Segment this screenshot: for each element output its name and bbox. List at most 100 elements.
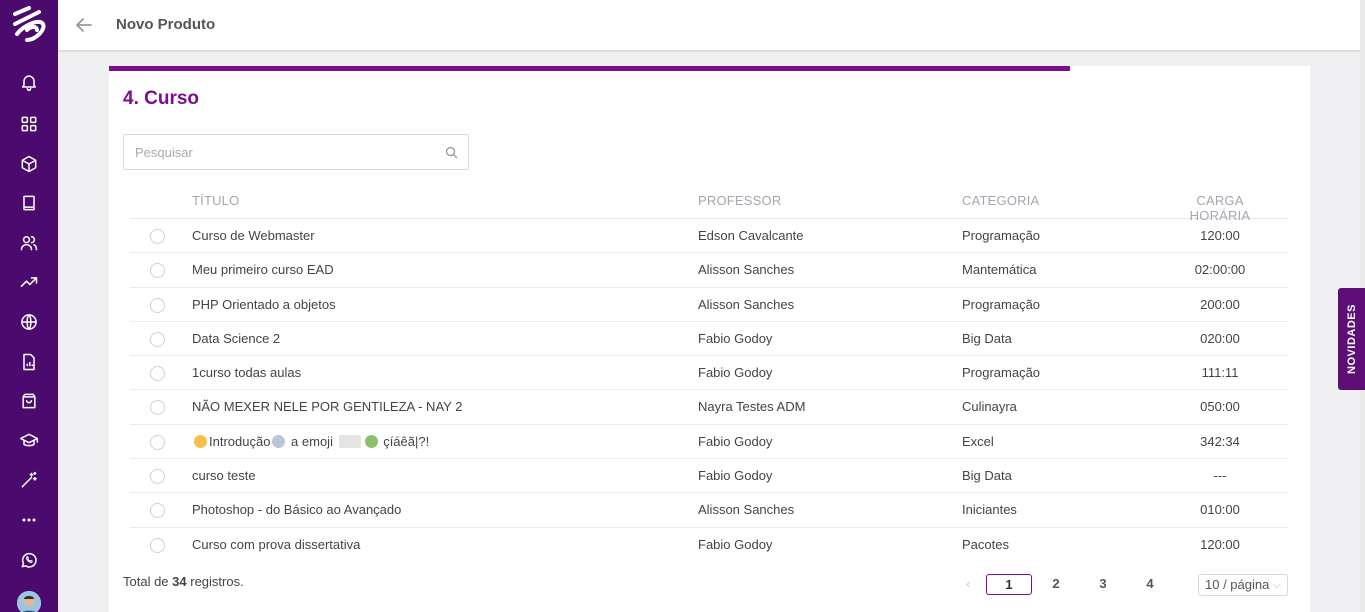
table-row[interactable]: Introdução a emoji çíáêã|?! Fabio Godoy … [130, 425, 1288, 460]
column-header-title[interactable]: TÍTULO [192, 193, 239, 208]
row-radio[interactable] [150, 537, 165, 553]
chevron-left-icon[interactable]: ‹ [966, 576, 980, 592]
novidades-label: NOVIDADES [1345, 304, 1358, 374]
total-suffix: registros. [186, 574, 244, 589]
search-input[interactable] [124, 135, 424, 169]
cell-professor: Alisson Sanches [698, 262, 795, 278]
cell-hours: 120:00 [1200, 228, 1240, 243]
novidades-tab[interactable]: NOVIDADES [1338, 288, 1365, 390]
cell-title: curso teste [192, 468, 256, 484]
section-title: 4. Curso [123, 88, 200, 109]
page-size-value: 10 / página [1205, 577, 1270, 592]
users-icon[interactable] [17, 231, 41, 255]
more-icon[interactable] [17, 508, 41, 532]
cube-icon[interactable] [17, 152, 41, 176]
row-radio[interactable] [150, 400, 165, 416]
document-chart-icon[interactable] [17, 350, 41, 374]
cell-professor: Fabio Godoy [698, 468, 773, 484]
page-button-2[interactable]: 2 [1033, 574, 1079, 595]
cell-category: Iniciantes [962, 502, 1017, 518]
top-header: Novo Produto [58, 0, 1365, 51]
cell-hours: 050:00 [1200, 399, 1240, 415]
placeholder-glyph-icon [338, 434, 361, 448]
row-radio[interactable] [150, 297, 165, 313]
total-count: 34 [172, 574, 187, 589]
magic-wand-icon[interactable] [17, 468, 41, 492]
cell-category: Big Data [962, 468, 1012, 484]
table-row[interactable]: NÃO MEXER NELE POR GENTILEZA - NAY 2 Nay… [130, 390, 1288, 425]
cell-title: Curso de Webmaster [192, 228, 315, 243]
cell-title: Data Science 2 [192, 330, 281, 346]
progress-bar [109, 66, 1070, 71]
grid-icon[interactable] [17, 112, 41, 136]
title-part: çíáêã|?! [379, 433, 430, 449]
back-arrow-icon[interactable] [73, 14, 95, 36]
cell-hours: 010:00 [1200, 502, 1240, 518]
table-row[interactable]: PHP Orientado a objetos Alisson Sanches … [130, 288, 1288, 322]
alien-emoji-icon [364, 434, 378, 448]
title-part: a emoji [287, 433, 337, 449]
table-row[interactable]: Data Science 2 Fabio Godoy Big Data 020:… [130, 322, 1288, 357]
row-radio[interactable] [150, 503, 165, 519]
column-header-professor[interactable]: PROFESSOR [698, 193, 781, 208]
cell-category: Programação [962, 365, 1041, 381]
bell-icon[interactable] [17, 70, 41, 94]
trend-icon[interactable] [17, 270, 41, 294]
cell-professor: Fabio Godoy [698, 365, 773, 381]
table-row[interactable]: curso teste Fabio Godoy Big Data --- [130, 459, 1288, 494]
whatsapp-icon[interactable] [17, 548, 41, 572]
cell-category: Programação [962, 296, 1041, 312]
cell-hours: --- [1213, 468, 1227, 484]
row-radio[interactable] [150, 263, 165, 279]
page-button-3[interactable]: 3 [1080, 574, 1126, 595]
chevron-down-icon: ⌵ [1272, 579, 1281, 591]
globe-icon[interactable] [17, 310, 41, 334]
page-size-select[interactable]: 10 / página ⌵ [1198, 574, 1288, 596]
title-part: Introdução [209, 433, 271, 449]
unamused-emoji-icon [194, 434, 207, 448]
page-button-1[interactable]: 1 [986, 574, 1032, 595]
table-row[interactable]: Meu primeiro curso EAD Alisson Sanches M… [130, 253, 1288, 288]
row-radio[interactable] [150, 469, 165, 485]
cell-category: Culinayra [962, 399, 1017, 415]
cell-title: Meu primeiro curso EAD [192, 262, 334, 278]
sidebar [0, 0, 58, 612]
table-row[interactable]: 1curso todas aulas Fabio Godoy Programaç… [130, 356, 1288, 391]
book-icon[interactable] [17, 191, 41, 215]
column-header-category[interactable]: CATEGORIA [962, 193, 1039, 208]
ghost-emoji-icon [272, 434, 286, 448]
cell-professor: Fabio Godoy [698, 536, 773, 552]
cell-professor: Fabio Godoy [698, 433, 773, 449]
row-radio[interactable] [150, 331, 165, 347]
graduation-cap-icon[interactable] [17, 429, 41, 453]
cell-title: 1curso todas aulas [192, 365, 302, 381]
cell-title: Curso com prova dissertativa [192, 536, 361, 552]
avatar[interactable] [17, 591, 41, 612]
cell-hours: 020:00 [1200, 330, 1240, 346]
logo-icon[interactable] [9, 4, 49, 46]
table-row[interactable]: Curso com prova dissertativa Fabio Godoy… [130, 528, 1288, 562]
cell-category: Big Data [962, 330, 1012, 346]
cell-title: Introdução a emoji çíáêã|?! [192, 434, 429, 449]
bag-icon[interactable] [17, 389, 41, 413]
cell-hours: 02:00:00 [1194, 262, 1246, 278]
cell-category: Programação [962, 228, 1041, 243]
table-row[interactable]: Curso de Webmaster Edson Cavalcante Prog… [130, 219, 1288, 254]
row-radio[interactable] [150, 229, 165, 244]
cell-hours: 120:00 [1200, 536, 1240, 552]
table-header: TÍTULO PROFESSOR CATEGORIA CARGA HORÁRIA [130, 181, 1288, 223]
search-icon[interactable] [445, 146, 458, 159]
cell-professor: Alisson Sanches [698, 296, 795, 312]
row-radio[interactable] [150, 434, 165, 450]
cell-hours: 200:00 [1200, 296, 1240, 312]
cell-title: PHP Orientado a objetos [192, 296, 336, 312]
cell-professor: Nayra Testes ADM [698, 399, 806, 415]
page-button-4[interactable]: 4 [1127, 574, 1173, 595]
courses-table: TÍTULO PROFESSOR CATEGORIA CARGA HORÁRIA… [130, 181, 1288, 562]
course-selection-card: 4. Curso TÍTULO PROFESSOR CATEGORIA CARG… [109, 66, 1310, 612]
table-row[interactable]: Photoshop - do Básico ao Avançado Alisso… [130, 493, 1288, 528]
total-records: Total de 34 registros. [123, 574, 244, 589]
row-radio[interactable] [150, 366, 165, 382]
cell-professor: Alisson Sanches [698, 502, 795, 518]
cell-title: Photoshop - do Básico ao Avançado [192, 502, 402, 518]
